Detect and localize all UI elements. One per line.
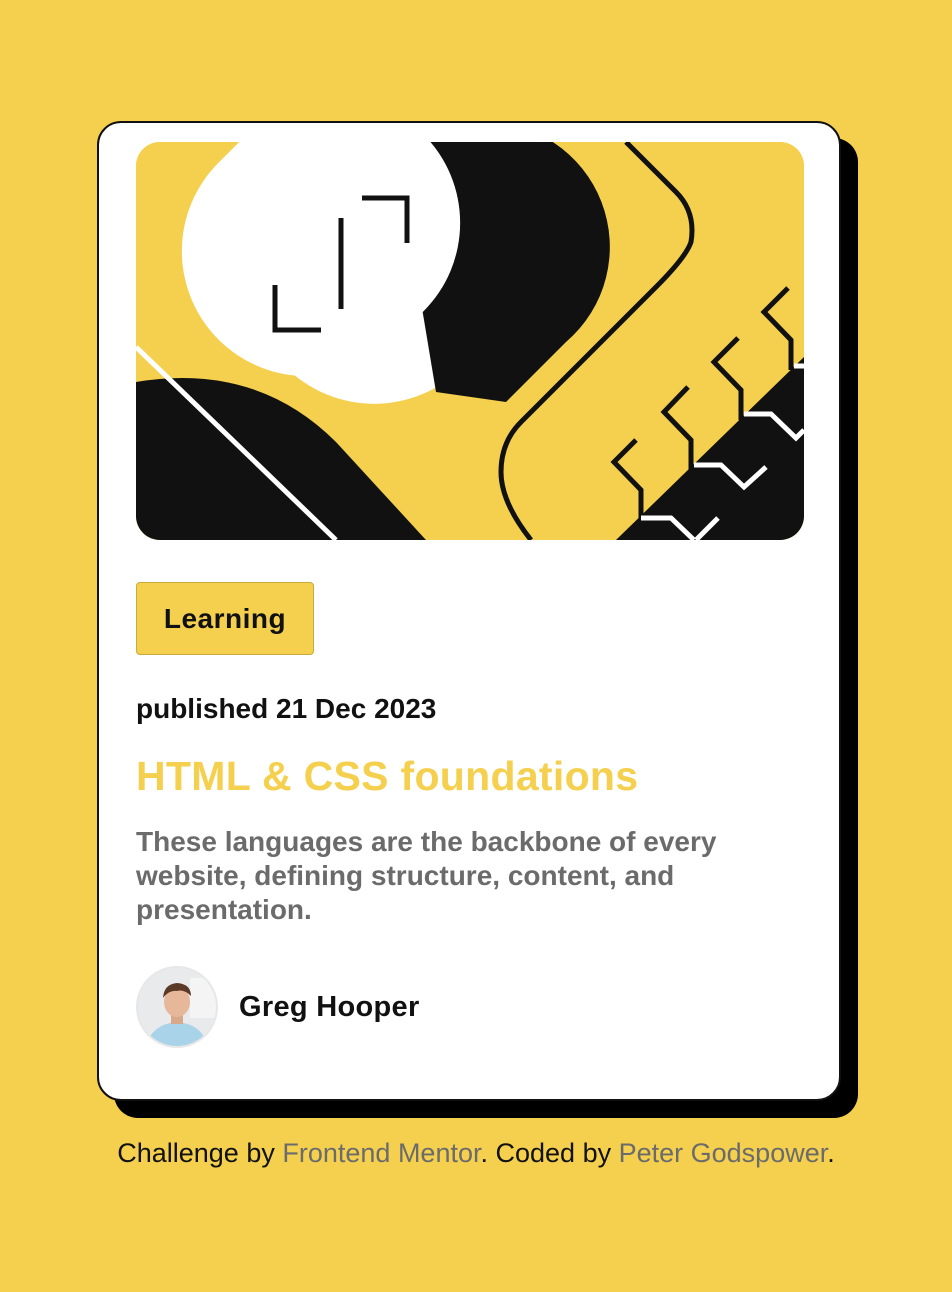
blog-preview-card: Learning published 21 Dec 2023 HTML & CS… — [97, 121, 841, 1101]
author-link[interactable]: Peter Godspower — [619, 1138, 828, 1168]
hero-illustration — [136, 142, 804, 540]
category-tag[interactable]: Learning — [136, 582, 314, 655]
attribution-middle: . Coded by — [480, 1138, 612, 1168]
person-avatar-icon — [138, 968, 216, 1046]
frontend-mentor-link[interactable]: Frontend Mentor — [282, 1138, 480, 1168]
attribution-prefix: Challenge by — [117, 1138, 275, 1168]
avatar — [136, 966, 218, 1048]
author-name: Greg Hooper — [239, 990, 420, 1023]
published-date: published 21 Dec 2023 — [136, 693, 437, 724]
card-description: These languages are the backbone of ever… — [136, 826, 717, 925]
author: Greg Hooper — [136, 966, 420, 1048]
attribution-suffix: . — [827, 1138, 835, 1168]
attribution: Challenge by Frontend Mentor. Coded by P… — [0, 1138, 952, 1169]
card-title[interactable]: HTML & CSS foundations — [136, 753, 638, 800]
